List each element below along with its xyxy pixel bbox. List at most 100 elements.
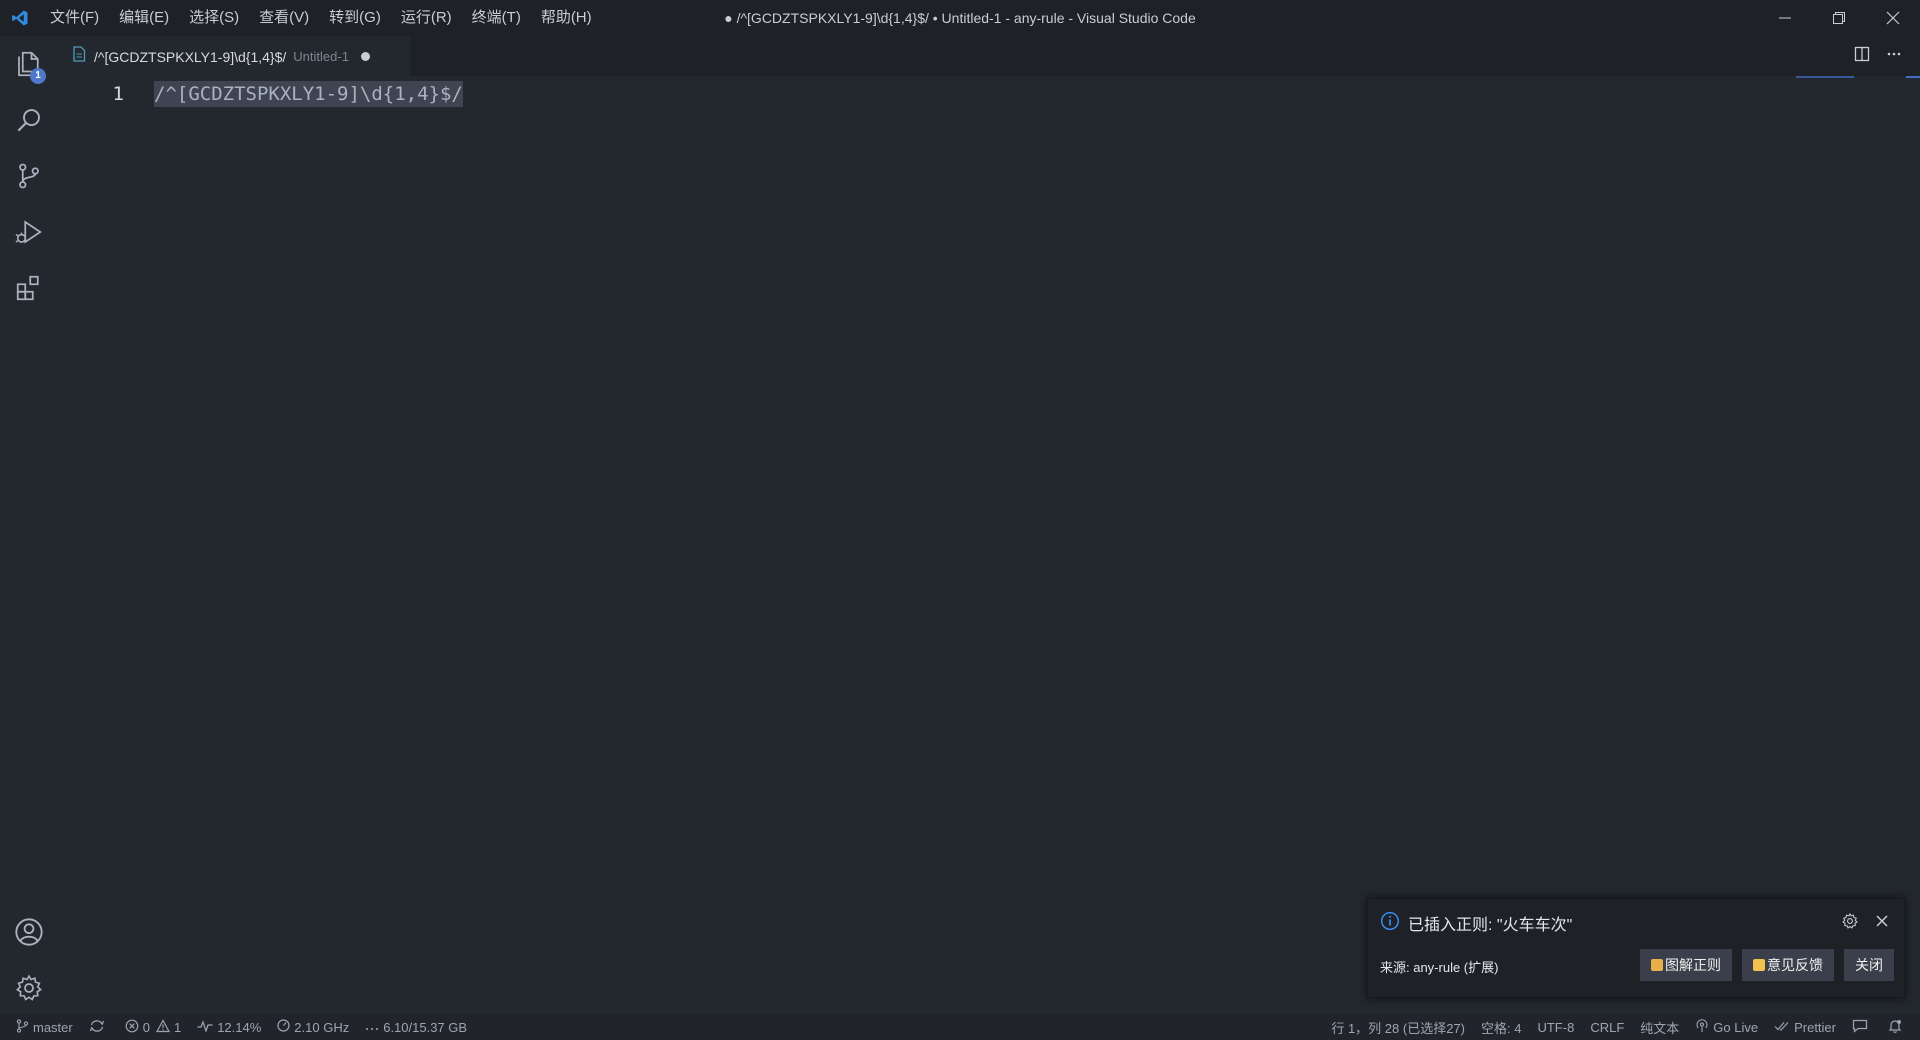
- status-bar-right: 行 1，列 28 (已选择27) 空格: 4 UTF-8 CRLF 纯文本 Go…: [1323, 1014, 1920, 1040]
- extensions-icon: [14, 273, 44, 308]
- run-debug-icon: [14, 217, 44, 252]
- notification-settings-button[interactable]: [1838, 911, 1862, 935]
- tab-description: Untitled-1: [293, 49, 349, 64]
- tab-title: /^[GCDZTSPKXLY1-9]\d{1,4}$/: [94, 48, 287, 65]
- editor-tab-bar: /^[GCDZTSPKXLY1-9]\d{1,4}$/ Untitled-1: [58, 36, 1920, 76]
- notification-close-button[interactable]: [1870, 911, 1894, 935]
- sync-icon: [89, 1019, 109, 1036]
- minimize-button[interactable]: [1758, 0, 1812, 36]
- info-icon: [1380, 911, 1400, 936]
- source-control-button[interactable]: [0, 150, 58, 206]
- notification-actions: 图解正则 意见反馈 关闭: [1630, 949, 1894, 981]
- frequency-status[interactable]: 2.10 GHz: [269, 1014, 357, 1040]
- more-actions-button[interactable]: [1878, 36, 1910, 76]
- warning-count: 1: [173, 1019, 182, 1035]
- broadcast-icon: [1695, 1018, 1713, 1036]
- go-live-label: Go Live: [1713, 1019, 1759, 1035]
- branch-status[interactable]: master: [0, 1014, 81, 1040]
- prettier-status[interactable]: Prettier: [1766, 1014, 1844, 1040]
- pulse-icon: [197, 1019, 217, 1035]
- menu-help[interactable]: 帮助(H): [531, 0, 602, 36]
- file-icon: [72, 46, 86, 67]
- cpu-usage: 12.14%: [217, 1019, 262, 1035]
- title-bar: 文件(F) 编辑(E) 选择(S) 查看(V) 转到(G) 运行(R) 终端(T…: [0, 0, 1920, 36]
- run-debug-button[interactable]: [0, 206, 58, 262]
- extensions-button[interactable]: [0, 262, 58, 318]
- double-check-icon: [1774, 1020, 1794, 1035]
- source-control-icon: [14, 161, 44, 196]
- notifications-status-button[interactable]: [1880, 1014, 1920, 1040]
- menu-view[interactable]: 查看(V): [249, 0, 319, 36]
- feedback-status-button[interactable]: [1844, 1014, 1880, 1040]
- menu-terminal[interactable]: 终端(T): [462, 0, 531, 36]
- status-bar: master 0 1 12.14% 2.10 GHz 6.10/15.37 GB: [0, 1014, 1920, 1040]
- ellipsis-icon: [1886, 46, 1902, 67]
- editor-actions: [1846, 36, 1910, 76]
- menu-bar: 文件(F) 编辑(E) 选择(S) 查看(V) 转到(G) 运行(R) 终端(T…: [40, 0, 602, 36]
- search-button[interactable]: [0, 94, 58, 150]
- code-line[interactable]: /^[GCDZTSPKXLY1-9]\d{1,4}$/: [154, 78, 463, 110]
- account-icon: [13, 916, 45, 953]
- menu-edit[interactable]: 编辑(E): [109, 0, 179, 36]
- window-title: ● /^[GCDZTSPKXLY1-9]\d{1,4}$/ • Untitled…: [724, 10, 1196, 26]
- notification-header: 已插入正则: "火车车次": [1380, 911, 1572, 935]
- visualize-regex-button[interactable]: 图解正则: [1640, 949, 1732, 981]
- dashboard-icon: [277, 1019, 294, 1035]
- close-icon: [1875, 914, 1889, 933]
- hand-emoji-icon: [1753, 959, 1765, 971]
- encoding-status[interactable]: UTF-8: [1529, 1014, 1582, 1040]
- manage-button[interactable]: [0, 962, 58, 1018]
- split-editor-button[interactable]: [1846, 36, 1878, 76]
- menu-file[interactable]: 文件(F): [40, 0, 109, 36]
- ellipsis-icon: [365, 1020, 383, 1035]
- explorer-badge: 1: [30, 68, 46, 84]
- menu-go[interactable]: 转到(G): [319, 0, 391, 36]
- branch-name: master: [33, 1019, 73, 1035]
- vscode-logo-icon: [0, 0, 40, 36]
- window-controls: [1758, 0, 1920, 36]
- indentation-status[interactable]: 空格: 4: [1473, 1014, 1529, 1040]
- feedback-button[interactable]: 意见反馈: [1742, 949, 1834, 981]
- language-mode[interactable]: 纯文本: [1632, 1014, 1687, 1040]
- go-live-button[interactable]: Go Live: [1687, 1014, 1766, 1040]
- git-branch-icon: [16, 1018, 33, 1036]
- search-icon: [14, 105, 44, 140]
- split-editor-icon: [1854, 46, 1870, 67]
- notification-toast: 已插入正则: "火车车次" 来源: any-rule (扩展) 图解正则 意见反…: [1367, 898, 1905, 998]
- eol-status[interactable]: CRLF: [1582, 1014, 1632, 1040]
- cpu-status[interactable]: 12.14%: [189, 1014, 269, 1040]
- error-icon: [125, 1019, 143, 1036]
- scrollbar-marker[interactable]: [1906, 76, 1920, 78]
- notification-message: 已插入正则: "火车车次": [1408, 917, 1573, 934]
- sync-status[interactable]: [81, 1014, 117, 1040]
- line-number: 1: [112, 83, 124, 105]
- activity-bar: 1: [0, 36, 58, 1014]
- menu-run[interactable]: 运行(R): [391, 0, 462, 36]
- editor-area[interactable]: 1 /^[GCDZTSPKXLY1-9]\d{1,4}$/: [58, 76, 1920, 1014]
- close-label: 关闭: [1855, 957, 1883, 973]
- explorer-button[interactable]: 1: [0, 38, 58, 94]
- restore-button[interactable]: [1812, 0, 1866, 36]
- selected-text[interactable]: /^[GCDZTSPKXLY1-9]\d{1,4}$/: [154, 81, 463, 107]
- prettier-label: Prettier: [1794, 1019, 1836, 1035]
- notification-source: 来源: any-rule (扩展): [1380, 960, 1499, 975]
- person-emoji-icon: [1651, 959, 1663, 971]
- close-window-button[interactable]: [1866, 0, 1920, 36]
- gear-icon: [1841, 912, 1859, 935]
- bell-icon: [1888, 1019, 1906, 1036]
- close-notification-button[interactable]: 关闭: [1844, 949, 1894, 981]
- settings-gear-icon: [14, 973, 44, 1008]
- visualize-regex-label: 图解正则: [1665, 957, 1721, 973]
- problems-status[interactable]: 0 1: [117, 1014, 189, 1040]
- feedback-icon: [1852, 1019, 1872, 1036]
- unsaved-dot-icon[interactable]: [360, 52, 370, 61]
- accounts-button[interactable]: [0, 906, 58, 962]
- memory-usage: 6.10/15.37 GB: [383, 1019, 468, 1035]
- editor-tab-untitled-1[interactable]: /^[GCDZTSPKXLY1-9]\d{1,4}$/ Untitled-1: [58, 36, 410, 76]
- minimap-indicator[interactable]: [1796, 76, 1854, 78]
- cpu-frequency: 2.10 GHz: [294, 1019, 350, 1035]
- cursor-position[interactable]: 行 1，列 28 (已选择27): [1323, 1014, 1473, 1040]
- feedback-label: 意见反馈: [1767, 957, 1823, 973]
- menu-selection[interactable]: 选择(S): [179, 0, 249, 36]
- memory-status[interactable]: 6.10/15.37 GB: [357, 1014, 475, 1040]
